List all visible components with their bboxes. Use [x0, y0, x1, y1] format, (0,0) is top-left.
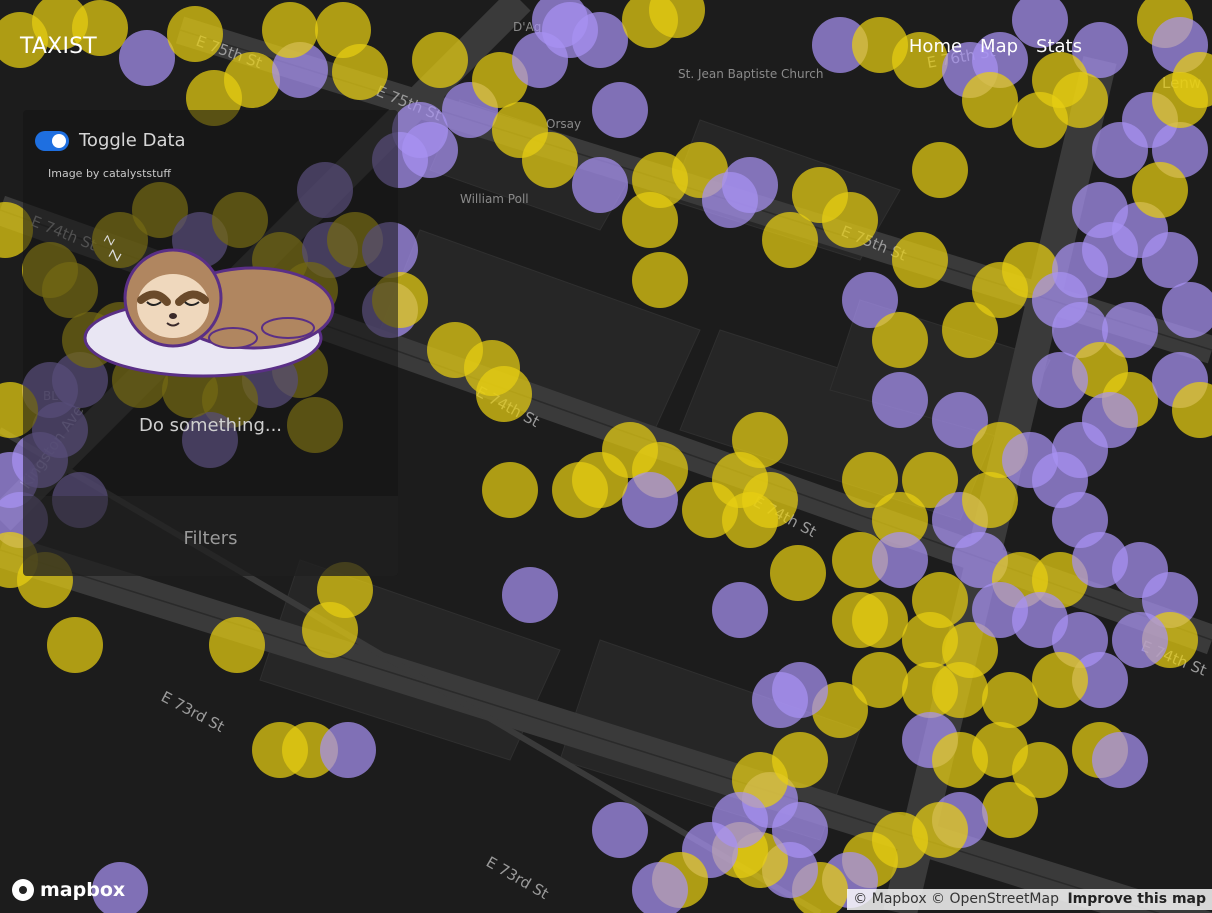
- nav-link-home[interactable]: Home: [909, 36, 962, 57]
- nav-link-stats[interactable]: Stats: [1036, 36, 1082, 57]
- poi-label: St. Jean Baptiste Church: [678, 67, 824, 81]
- dropoff-point: [1032, 352, 1088, 408]
- pickup-point: [732, 412, 788, 468]
- pickup-point: [982, 672, 1038, 728]
- svg-text:Z: Z: [101, 233, 117, 247]
- pickup-point: [872, 312, 928, 368]
- dropoff-point: [592, 802, 648, 858]
- toggle-data-label: Toggle Data: [79, 130, 186, 151]
- pickup-point: [552, 462, 608, 518]
- pickup-point: [302, 602, 358, 658]
- mapbox-logo-icon: [12, 879, 34, 901]
- pickup-point: [942, 302, 998, 358]
- toggle-data-switch[interactable]: [35, 130, 69, 151]
- dropoff-point: [622, 472, 678, 528]
- pickup-point: [522, 132, 578, 188]
- sleeping-sloth-illustration: Z Z: [83, 233, 335, 378]
- dropoff-point: [592, 82, 648, 138]
- dropoff-point: [1082, 392, 1138, 448]
- pickup-point: [832, 592, 888, 648]
- pickup-point: [962, 472, 1018, 528]
- pickup-point: [770, 545, 826, 601]
- dropoff-point: [1142, 232, 1198, 288]
- dropoff-point: [872, 532, 928, 588]
- pickup-point: [892, 232, 948, 288]
- dropoff-point: [392, 102, 448, 158]
- pickup-point: [1032, 652, 1088, 708]
- dropoff-point: [119, 30, 175, 86]
- dropoff-point: [320, 722, 376, 778]
- dropoff-point: [1072, 182, 1128, 238]
- poi-label: William Poll: [460, 192, 529, 206]
- mapbox-logo-text: mapbox: [40, 879, 126, 901]
- pickup-point: [632, 252, 688, 308]
- empty-state-text: Do something...: [138, 415, 283, 436]
- dropoff-point: [572, 157, 628, 213]
- pickup-point: [209, 617, 265, 673]
- improve-map-link[interactable]: Improve this map: [1067, 891, 1206, 907]
- dropoff-point: [872, 372, 928, 428]
- dropoff-point: [502, 567, 558, 623]
- dropoff-point: [772, 802, 828, 858]
- toggle-row: Toggle Data: [35, 130, 186, 151]
- svg-text:Z: Z: [107, 248, 126, 264]
- dropoff-point: [1092, 732, 1148, 788]
- top-nav: Home Map Stats: [909, 36, 1082, 57]
- filters-section[interactable]: Filters: [23, 496, 398, 576]
- filters-label: Filters: [183, 528, 238, 549]
- map-attribution: © Mapbox © OpenStreetMap Improve this ma…: [847, 889, 1212, 910]
- pickup-point: [912, 142, 968, 198]
- pickup-point: [262, 2, 318, 58]
- dropoff-point: [1112, 612, 1168, 668]
- app-brand[interactable]: TAXIST: [20, 34, 97, 59]
- dropoff-point: [722, 157, 778, 213]
- poi-label: Orsay: [546, 117, 581, 131]
- image-credit: Image by catalyststuff: [48, 167, 171, 180]
- pickup-point: [722, 492, 778, 548]
- pickup-point: [902, 662, 958, 718]
- pickup-point: [482, 462, 538, 518]
- attribution-text[interactable]: © Mapbox © OpenStreetMap: [853, 891, 1059, 907]
- pickup-point: [822, 192, 878, 248]
- dropoff-point: [712, 582, 768, 638]
- pickup-point: [476, 366, 532, 422]
- mapbox-logo[interactable]: mapbox: [12, 879, 125, 901]
- pickup-point: [1132, 162, 1188, 218]
- pickup-point: [167, 6, 223, 62]
- pickup-point: [412, 32, 468, 88]
- pickup-point: [47, 617, 103, 673]
- switch-knob: [52, 133, 66, 148]
- dropoff-point: [712, 792, 768, 848]
- pickup-point: [332, 44, 388, 100]
- control-panel: Toggle Data Image by catalyststuff Z Z D…: [23, 110, 398, 576]
- pickup-point: [1032, 52, 1088, 108]
- pickup-point: [622, 192, 678, 248]
- dropoff-point: [752, 672, 808, 728]
- pickup-point: [982, 782, 1038, 838]
- nav-link-map[interactable]: Map: [980, 36, 1018, 57]
- pickup-point: [962, 72, 1018, 128]
